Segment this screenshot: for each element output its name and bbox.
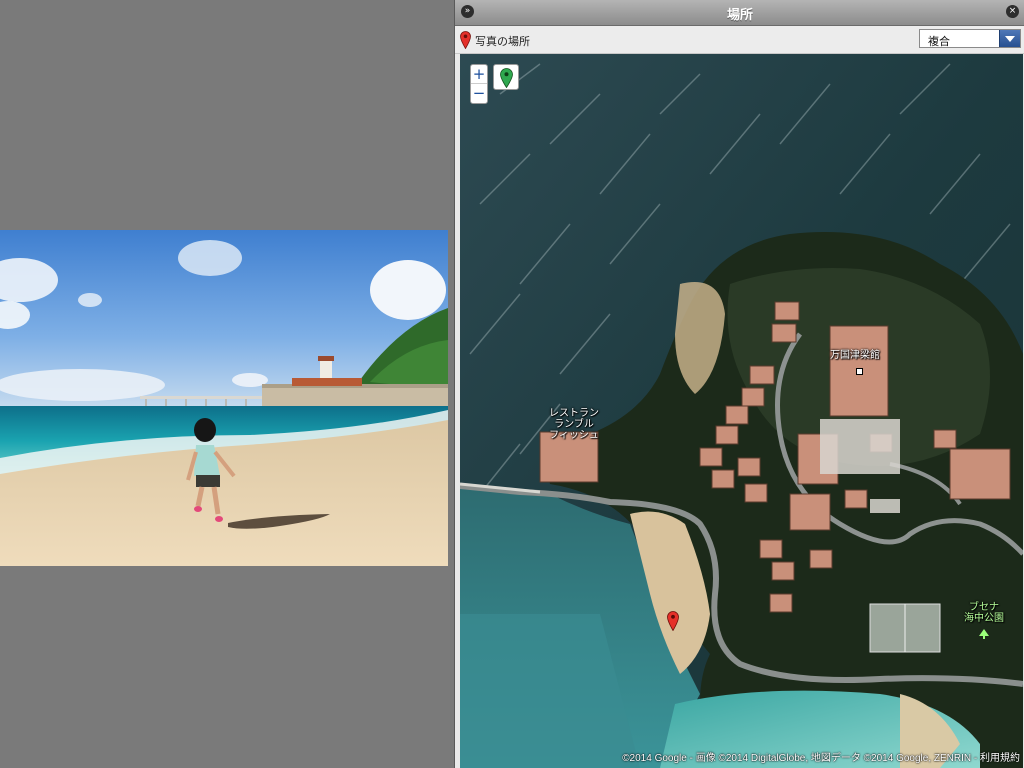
beach-photo bbox=[0, 230, 448, 566]
restaurant-label: レストラン ランブル フィッシュ bbox=[538, 408, 610, 441]
panel-title: 場所 bbox=[726, 8, 753, 23]
park-label: ブセナ 海中公園 bbox=[960, 602, 1008, 624]
map-pin-icon bbox=[460, 31, 471, 49]
map-type-select[interactable]: 複合 bbox=[919, 29, 1021, 48]
chevron-down-icon[interactable] bbox=[999, 30, 1020, 47]
satellite-map[interactable]: + − 万国津梁館 レストラン ランブル フィッシュ ブセナ 海中公園 ©201… bbox=[460, 54, 1023, 768]
restaurant-label-line1: レストラン bbox=[549, 408, 599, 419]
photo-location-marker-icon[interactable] bbox=[667, 611, 679, 631]
zoom-in-button[interactable]: + bbox=[471, 65, 487, 84]
terms-link[interactable]: 利用規約 bbox=[980, 753, 1020, 764]
restaurant-label-line2: ランブル bbox=[554, 419, 594, 430]
green-pin-icon bbox=[500, 68, 513, 88]
location-toolbar: 写真の場所 複合 bbox=[455, 26, 1024, 54]
zoom-control: + − bbox=[470, 64, 488, 104]
photo-location-label: 写真の場所 bbox=[475, 35, 530, 48]
map-copyright: ©2014 Google - 画像 ©2014 DigitalGlobe, 地図… bbox=[622, 749, 1020, 764]
park-label-line2: 海中公園 bbox=[964, 613, 1004, 624]
close-icon[interactable]: × bbox=[1006, 5, 1019, 18]
zoom-out-button[interactable]: − bbox=[471, 84, 487, 102]
copyright-text: ©2014 Google - 画像 ©2014 DigitalGlobe, 地図… bbox=[622, 753, 980, 764]
hotel-label: 万国津梁館 bbox=[830, 350, 880, 361]
hotel-marker-icon bbox=[856, 368, 863, 375]
panel-titlebar: » 場所 × bbox=[455, 0, 1024, 26]
photo-preview[interactable] bbox=[0, 230, 448, 566]
drop-pin-button[interactable] bbox=[493, 64, 519, 90]
tree-icon bbox=[979, 629, 989, 639]
map-type-value: 複合 bbox=[928, 35, 950, 48]
park-label-line1: ブセナ bbox=[969, 602, 999, 613]
photo-viewer bbox=[0, 0, 452, 768]
places-panel: » 場所 × 写真の場所 複合 + − 万国津梁館 レストラン ランブル フィッ… bbox=[454, 0, 1024, 768]
restaurant-label-line3: フィッシュ bbox=[549, 430, 599, 441]
